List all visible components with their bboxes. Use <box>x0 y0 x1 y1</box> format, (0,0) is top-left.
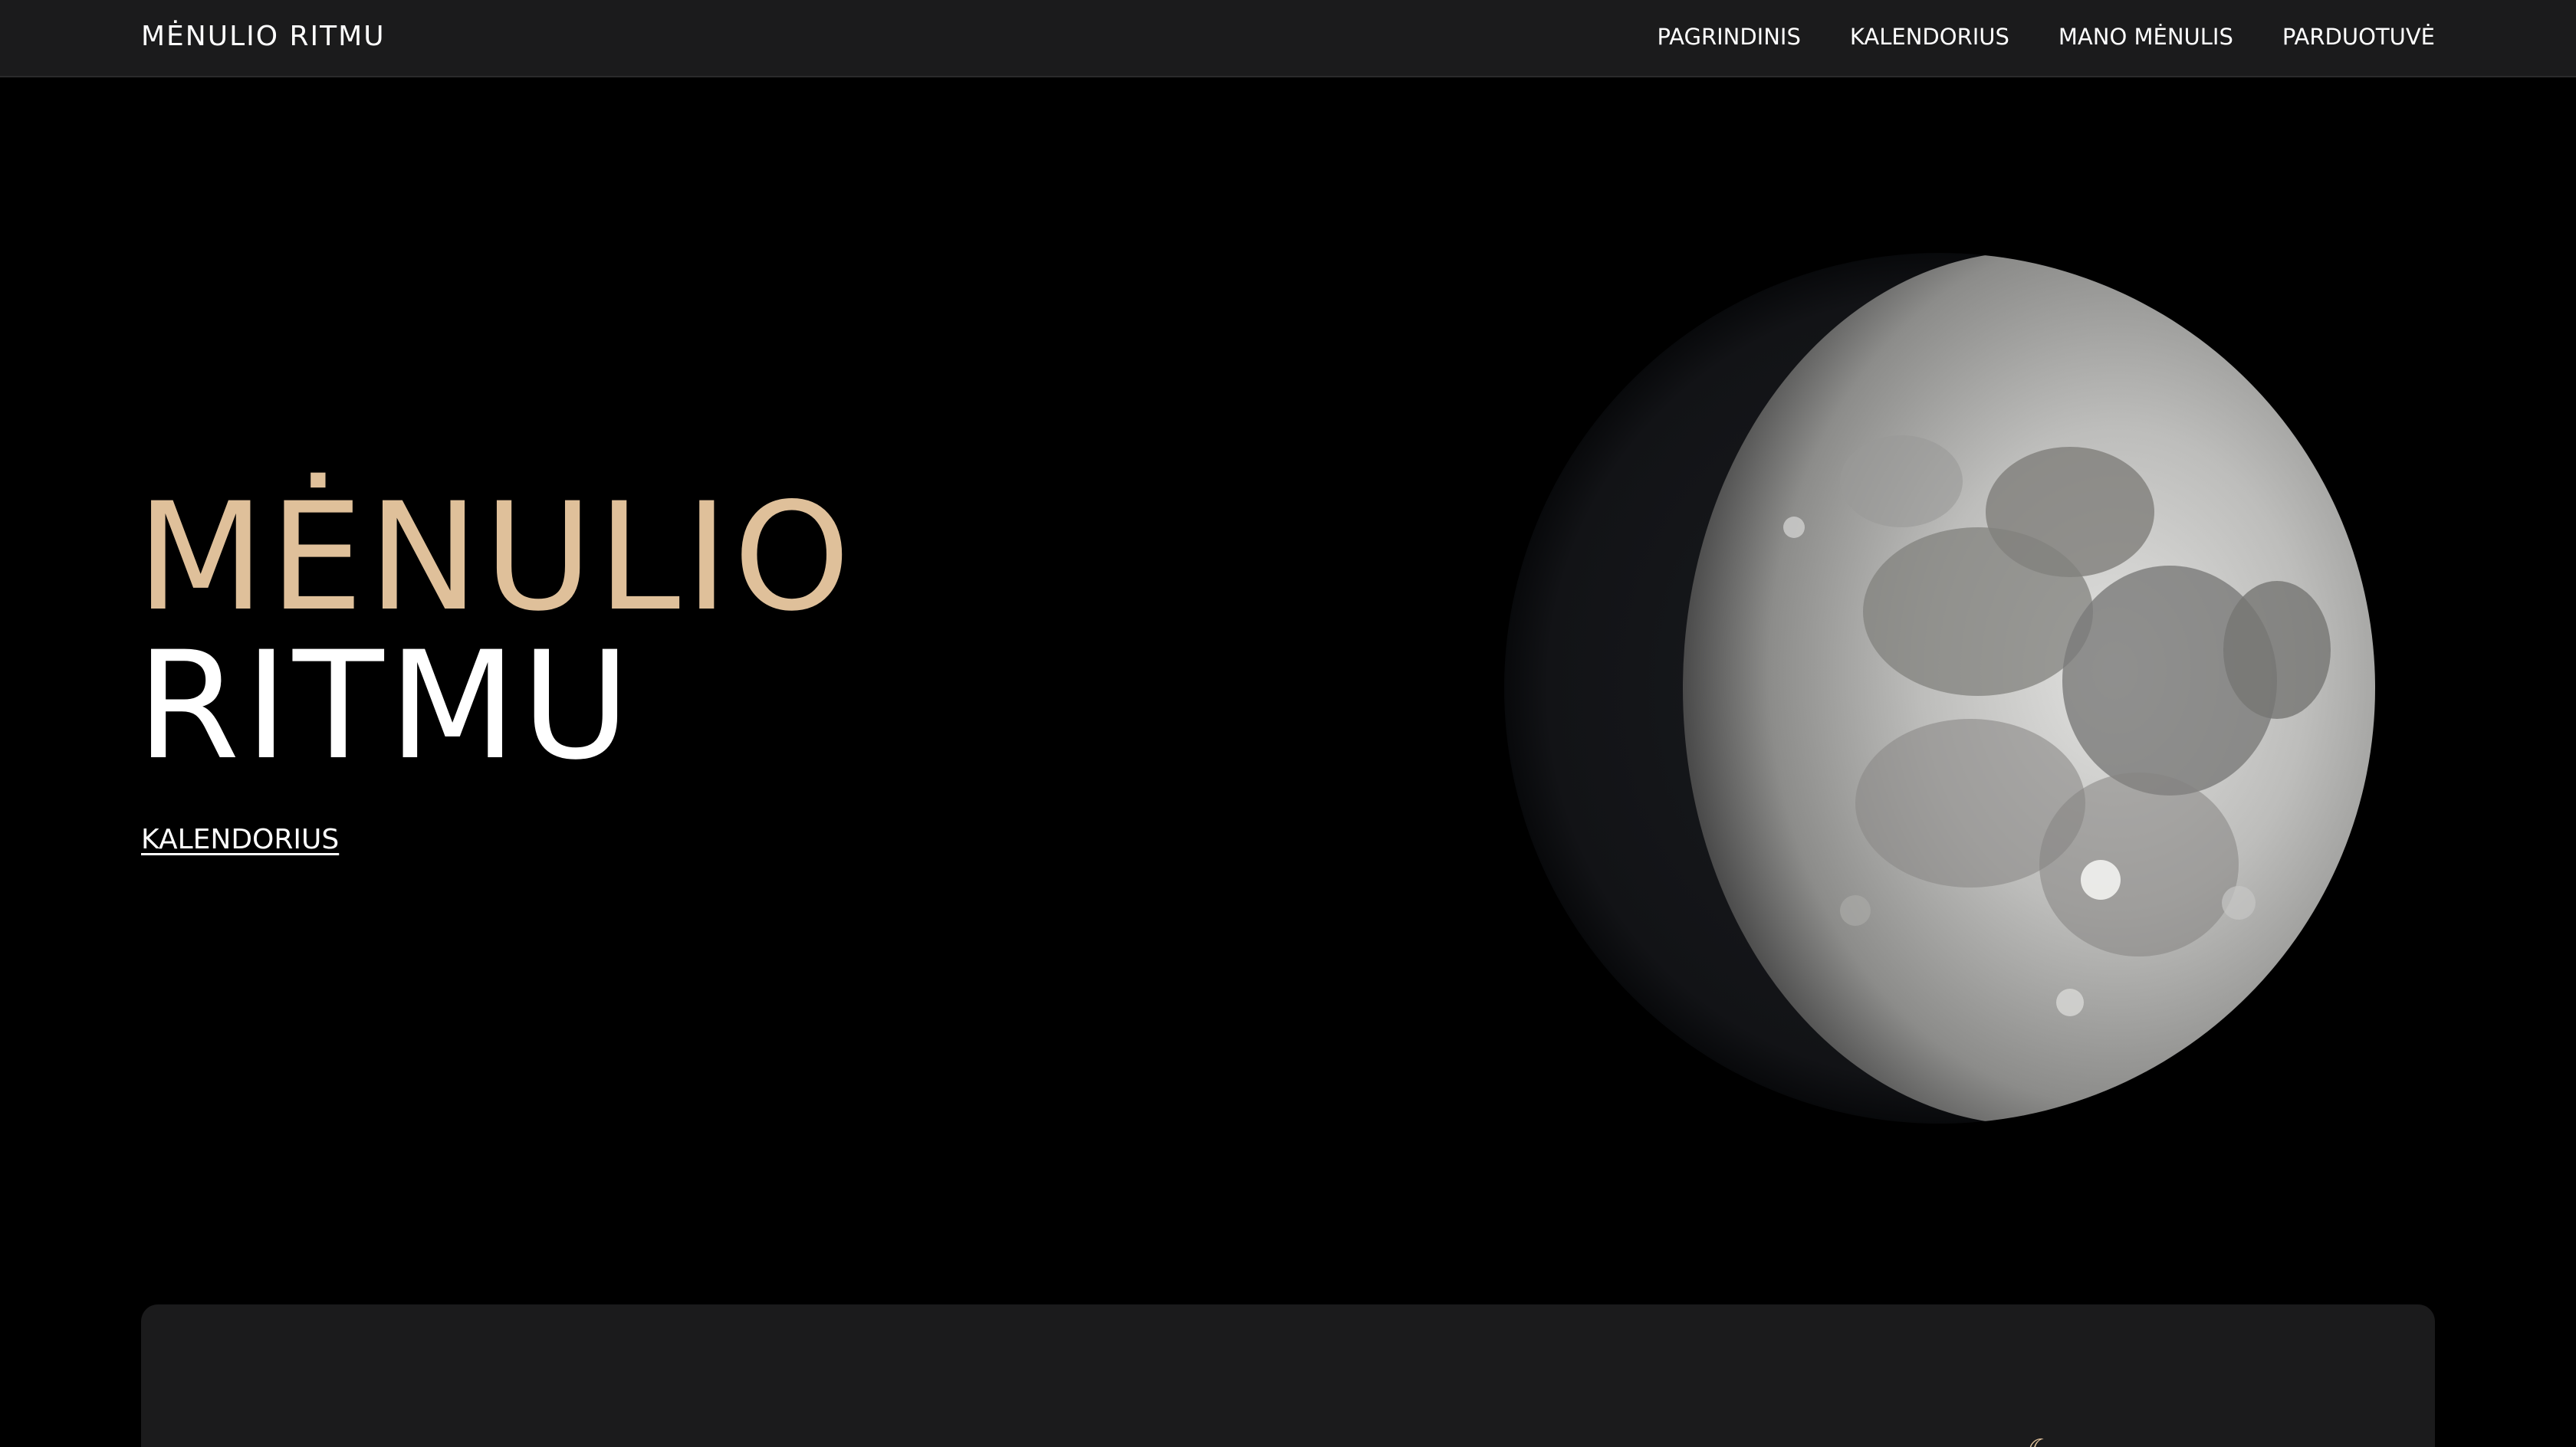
hero-calendar-link[interactable]: KALENDORIUS <box>141 823 339 857</box>
nav-link-mano-menulis[interactable]: MANO MĖNULIS <box>2058 23 2233 51</box>
site-logo[interactable]: MĖNULIO RITMU <box>141 21 386 53</box>
features-card: · · ☾ <box>141 1304 2435 1447</box>
sparkle-icon: · <box>540 1433 550 1447</box>
nav-link-kalendorius[interactable]: KALENDORIUS <box>1850 23 2009 51</box>
nav-link-parduotuve[interactable]: PARDUOTUVĖ <box>2282 23 2435 51</box>
hero-title-line1: MĖNULIO <box>136 471 856 644</box>
moon-image <box>1504 253 2375 1124</box>
nav-link-pagrindinis[interactable]: PAGRINDINIS <box>1658 23 1801 51</box>
main-nav: PAGRINDINIS KALENDORIUS MANO MĖNULIS PAR… <box>1658 23 2435 51</box>
hero-title: MĖNULIO RITMU <box>136 483 855 780</box>
hero-title-line2: RITMU <box>136 619 635 792</box>
sparkle-icon: · <box>1276 1433 1286 1447</box>
top-navbar: MĖNULIO RITMU PAGRINDINIS KALENDORIUS MA… <box>0 0 2576 77</box>
crescent-icon: ☾ <box>2027 1433 2055 1447</box>
